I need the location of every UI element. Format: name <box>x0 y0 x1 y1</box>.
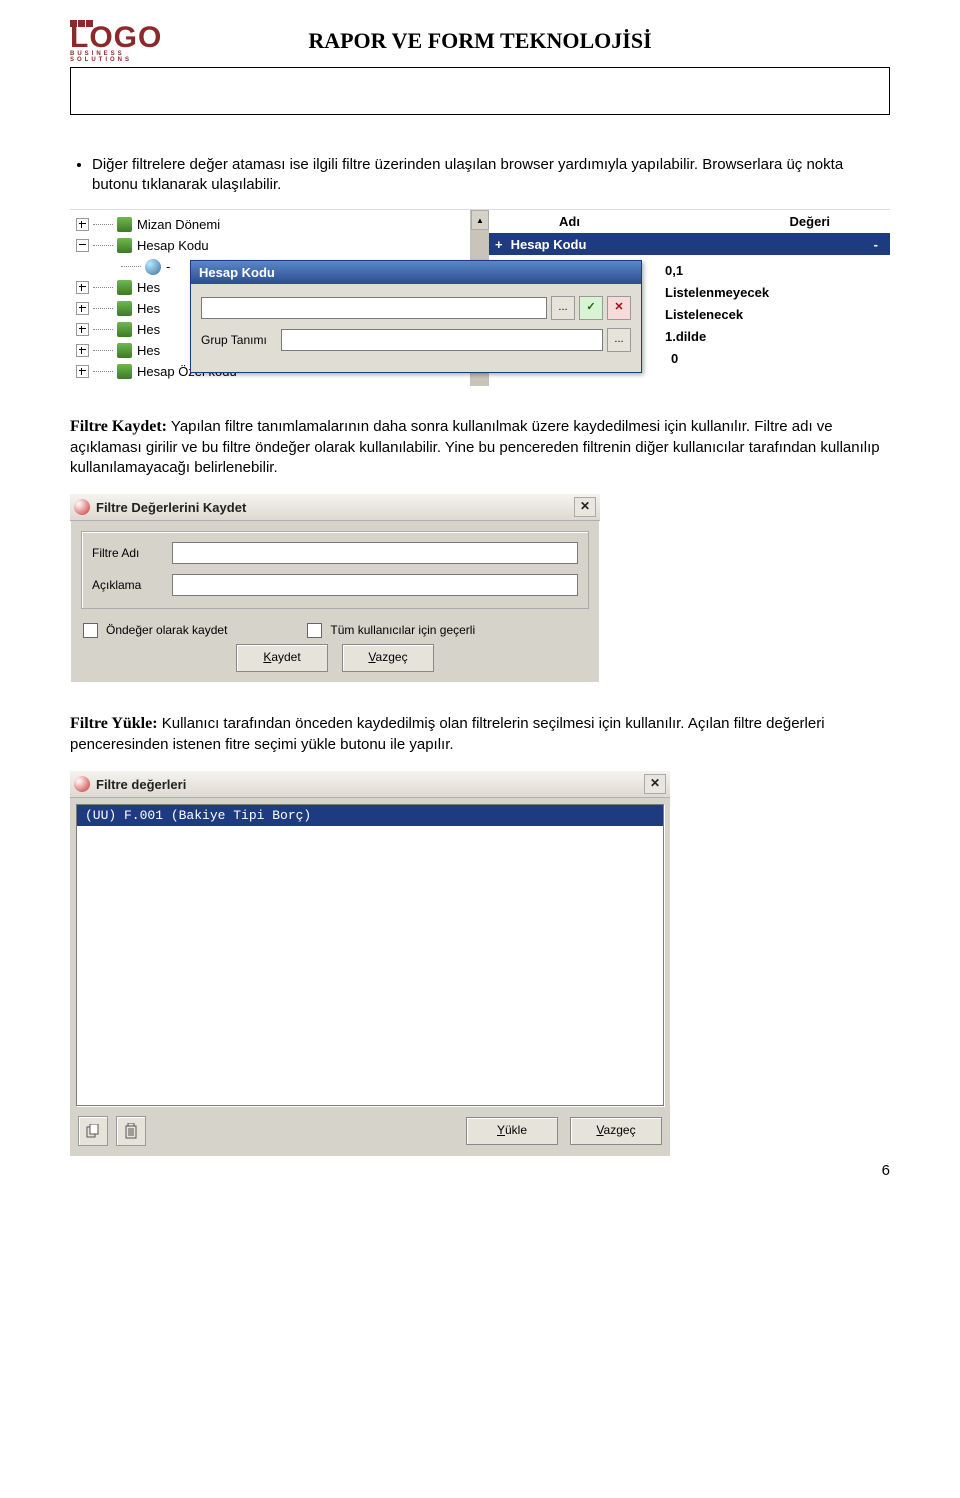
expand-icon[interactable] <box>76 344 89 357</box>
vazgec-button[interactable]: Vazgeç <box>570 1117 662 1145</box>
filter-header-label: Hesap Kodu <box>511 237 874 252</box>
filtre-kaydet-label: Filtre Kaydet: <box>70 418 167 435</box>
row-value: 0,1 <box>665 263 890 278</box>
tree-label[interactable]: Hes <box>137 301 160 316</box>
document-title: RAPOR VE FORM TEKNOLOJİSİ <box>70 28 890 54</box>
row-value: 0 <box>671 351 890 366</box>
column-header-value: Değeri <box>790 214 830 229</box>
tree-filter-screenshot: Mizan Dönemi Hesap Kodu - Hes Hes Hes He… <box>70 209 890 386</box>
kaydet-button[interactable]: Kaydet <box>236 644 328 672</box>
intro-bullet: Diğer filtrelere değer ataması ise ilgil… <box>92 155 890 196</box>
copy-button[interactable] <box>78 1116 108 1146</box>
folder-icon <box>117 217 132 232</box>
grup-tanimi-input[interactable] <box>281 329 603 351</box>
column-header-name: Adı <box>559 214 580 229</box>
aciklama-input[interactable] <box>172 574 578 596</box>
browse-button[interactable]: ... <box>551 296 575 320</box>
cancel-button[interactable]: ✕ <box>607 296 631 320</box>
load-filter-dialog: Filtre değerleri ✕ (UU) F.001 (Bakiye Ti… <box>70 771 670 1156</box>
folder-icon <box>117 322 132 337</box>
folder-icon <box>117 364 132 379</box>
save-filter-dialog: Filtre Değerlerini Kaydet ✕ Filtre Adı A… <box>70 494 600 683</box>
hesap-kodu-popup: Hesap Kodu ... ✓ ✕ Grup Tanımı ... <box>190 260 642 373</box>
dialog-title: Filtre değerleri <box>96 777 186 792</box>
tree-label[interactable]: Hes <box>137 280 160 295</box>
add-icon[interactable]: + <box>495 237 503 252</box>
filtre-yukle-label: Filtre Yükle: <box>70 715 158 732</box>
expand-icon[interactable] <box>76 302 89 315</box>
folder-icon <box>117 343 132 358</box>
collapse-icon[interactable] <box>76 239 89 252</box>
page-header: LOGO BUSINESS SOLUTIONS RAPOR VE FORM TE… <box>70 20 890 63</box>
tree-label[interactable]: Mizan Dönemi <box>137 217 220 232</box>
trash-icon <box>124 1123 138 1139</box>
filtre-kaydet-text: Yapılan filtre tanımlamalarının daha son… <box>70 418 880 476</box>
app-icon <box>74 776 90 792</box>
remove-icon[interactable]: - <box>874 237 890 252</box>
tree-label[interactable]: Hes <box>137 322 160 337</box>
page-number: 6 <box>70 1162 890 1179</box>
filter-name-group: Filtre Adı Açıklama <box>81 531 589 609</box>
intro-text: Diğer filtrelere değer ataması ise ilgil… <box>70 155 890 196</box>
folder-icon <box>117 301 132 316</box>
filtre-yukle-section: Filtre Yükle: Kullanıcı tarafından önced… <box>70 713 890 755</box>
close-icon[interactable]: ✕ <box>644 774 666 794</box>
ondeger-checkbox[interactable]: Öndeğer olarak kaydet <box>83 623 227 638</box>
expand-icon[interactable] <box>76 323 89 336</box>
dialog-title: Filtre Değerlerini Kaydet <box>96 500 246 515</box>
expand-icon[interactable] <box>76 281 89 294</box>
confirm-button[interactable]: ✓ <box>579 296 603 320</box>
delete-button[interactable] <box>116 1116 146 1146</box>
filter-listbox[interactable]: (UU) F.001 (Bakiye Tipi Borç) <box>76 804 664 1106</box>
row-value: 1.dilde <box>665 329 890 344</box>
tree-label[interactable]: Hes <box>137 343 160 358</box>
browse-button[interactable]: ... <box>607 328 631 352</box>
hesap-kodu-input[interactable] <box>201 297 547 319</box>
list-item[interactable]: (UU) F.001 (Bakiye Tipi Borç) <box>77 805 663 826</box>
expand-icon[interactable] <box>76 365 89 378</box>
aciklama-label: Açıklama <box>92 578 172 592</box>
popup-title: Hesap Kodu <box>191 261 641 284</box>
grup-tanimi-label: Grup Tanımı <box>201 333 281 347</box>
globe-icon <box>145 259 161 275</box>
tree-label[interactable]: - <box>166 259 170 274</box>
app-icon <box>74 499 90 515</box>
vazgec-button[interactable]: Vazgeç <box>342 644 434 672</box>
row-value: Listelenecek <box>665 307 890 322</box>
filtre-yukle-text: Kullanıcı tarafından önceden kaydedilmiş… <box>70 715 825 753</box>
dialog-titlebar: Filtre değerleri ✕ <box>70 771 670 798</box>
copy-icon <box>86 1124 100 1138</box>
filtre-kaydet-section: Filtre Kaydet: Yapılan filtre tanımlamal… <box>70 416 890 478</box>
filtre-adi-input[interactable] <box>172 542 578 564</box>
dialog-titlebar: Filtre Değerlerini Kaydet ✕ <box>70 494 600 521</box>
scroll-up-icon[interactable]: ▲ <box>471 210 489 230</box>
tum-kullanicilar-checkbox[interactable]: Tüm kullanıcılar için geçerli <box>307 623 475 638</box>
tree-label[interactable]: Hesap Kodu <box>137 238 209 253</box>
close-icon[interactable]: ✕ <box>574 497 596 517</box>
expand-icon[interactable] <box>76 218 89 231</box>
row-value: Listelenmeyecek <box>665 285 890 300</box>
folder-icon <box>117 280 132 295</box>
filtre-adi-label: Filtre Adı <box>92 546 172 560</box>
yukle-button[interactable]: Yükle <box>466 1117 558 1145</box>
folder-icon <box>117 238 132 253</box>
title-box-frame <box>70 67 890 115</box>
filter-header-row[interactable]: + Hesap Kodu - <box>489 233 890 255</box>
